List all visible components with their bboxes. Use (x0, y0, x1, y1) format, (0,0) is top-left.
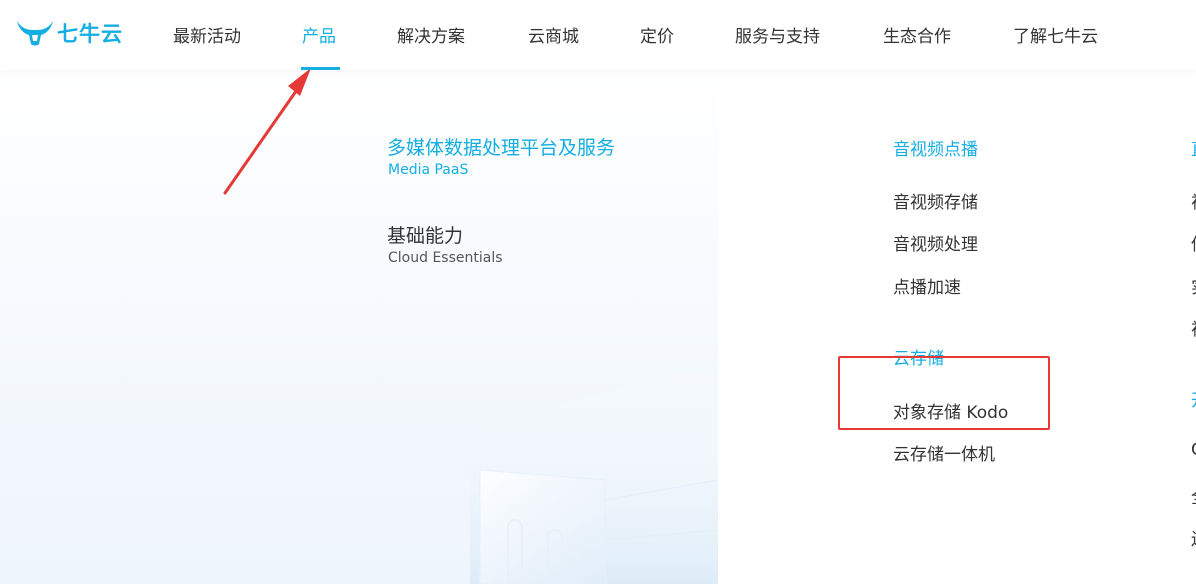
category-subtitle: Cloud Essentials (388, 250, 503, 266)
link-storage-appliance[interactable]: 云存储一体机 (893, 440, 995, 465)
brand-name: 七牛云 (57, 22, 123, 46)
nav-item-pricing[interactable]: 定价 (640, 22, 674, 70)
link-av-processing[interactable]: 音视频处理 (893, 230, 978, 255)
brand-logo[interactable]: 七牛云 (15, 18, 123, 48)
nav-item-latest-activities[interactable]: 最新活动 (173, 22, 241, 70)
nav-item-marketplace[interactable]: 云商城 (528, 22, 579, 70)
group-title-vod[interactable]: 音视频点播 (893, 135, 978, 160)
nav-item-ecosystem[interactable]: 生态合作 (883, 22, 951, 70)
group-title-cloud-storage[interactable]: 云存储 (893, 344, 944, 369)
active-nav-indicator (301, 67, 340, 70)
category-subtitle: Media PaaS (388, 162, 469, 178)
link-object-storage-kodo[interactable]: 对象存储 Kodo (893, 398, 1008, 423)
clipped-column-glyph: 全 (1191, 483, 1196, 508)
nav-item-products[interactable]: 产品 (302, 22, 336, 70)
clipped-column-glyph: 视 (1191, 188, 1196, 213)
nav-item-solutions[interactable]: 解决方案 (397, 22, 465, 70)
clipped-column-glyph: 直 (1191, 135, 1196, 160)
clipped-column-glyph: 边 (1191, 525, 1196, 550)
clipped-column-glyph: 视 (1191, 315, 1196, 340)
clipped-column-glyph: 低 (1191, 230, 1196, 255)
top-navigation-bar: 七牛云 最新活动 产品 解决方案 云商城 定价 服务与支持 生态合作 了解七牛云 (0, 0, 1196, 70)
category-title: 多媒体数据处理平台及服务 (387, 137, 616, 159)
nav-item-about[interactable]: 了解七牛云 (1013, 22, 1098, 70)
clipped-column-glyph: 实 (1191, 273, 1196, 298)
link-av-storage[interactable]: 音视频存储 (893, 188, 978, 213)
clipped-column-glyph: C (1191, 440, 1196, 460)
page: 七牛云 最新活动 产品 解决方案 云商城 定价 服务与支持 生态合作 了解七牛云… (0, 0, 1196, 584)
category-title: 基础能力 (387, 225, 464, 247)
link-vod-acceleration[interactable]: 点播加速 (893, 273, 961, 298)
clipped-column-glyph: 开 (1191, 386, 1196, 411)
bull-logo-icon (17, 21, 53, 46)
nav-item-service-support[interactable]: 服务与支持 (735, 22, 820, 70)
